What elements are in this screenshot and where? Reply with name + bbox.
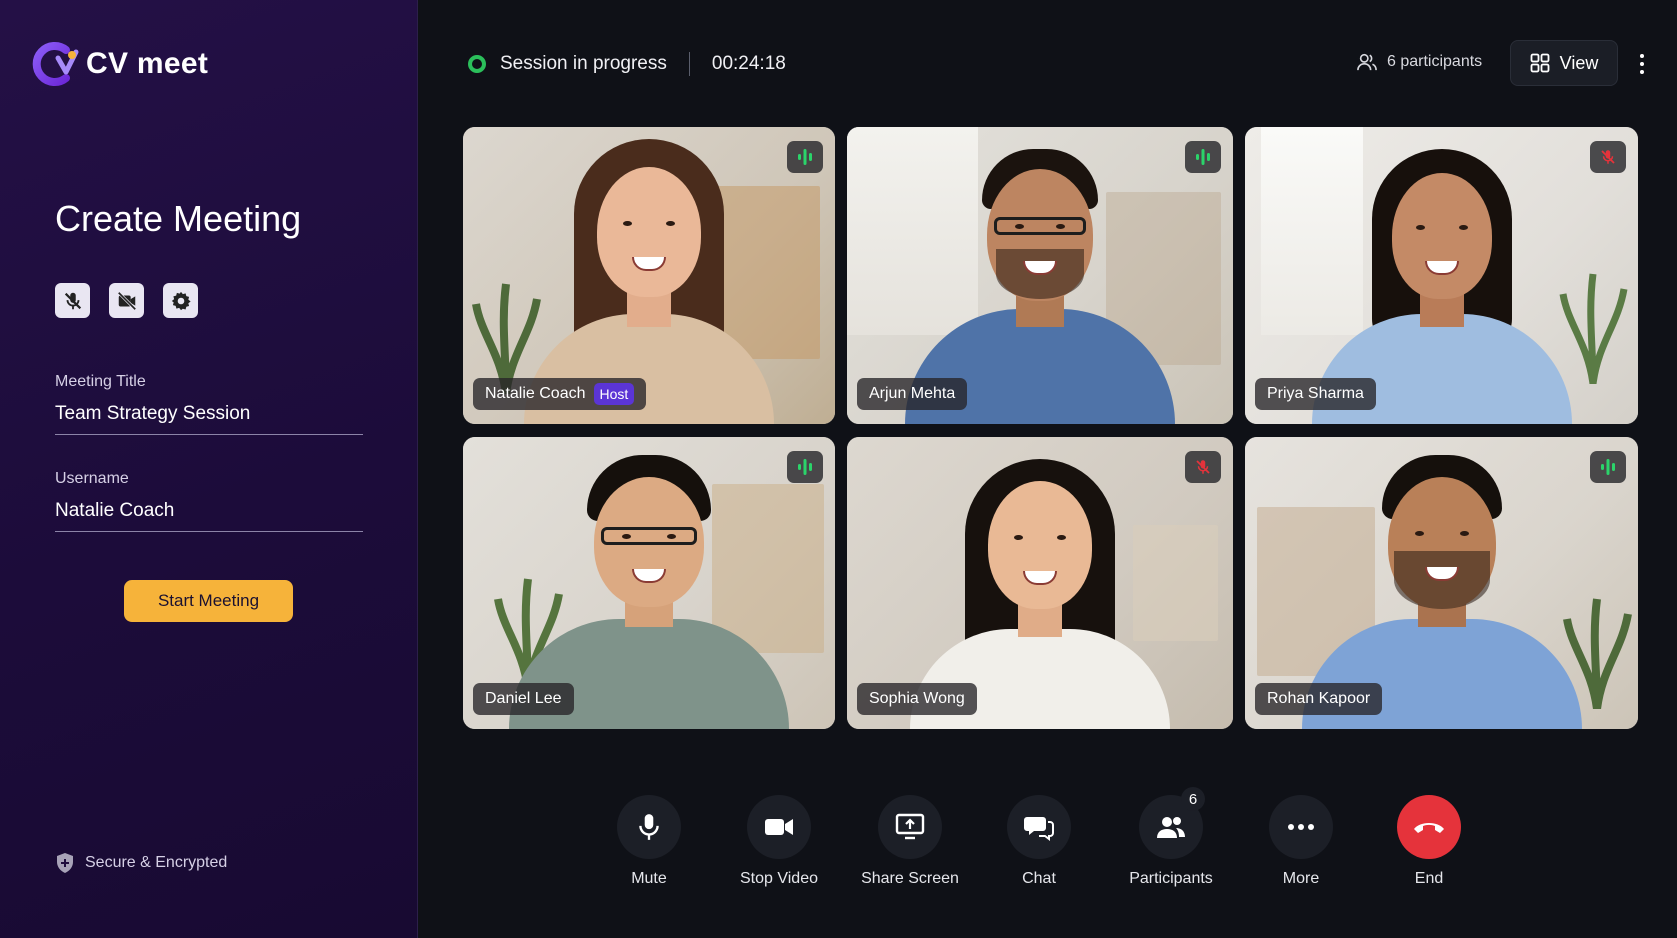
- muted-indicator: [1185, 451, 1221, 483]
- mute-label: Mute: [631, 870, 667, 887]
- participant-name: Sophia Wong: [869, 690, 965, 707]
- secure-label: Secure & Encrypted: [85, 854, 228, 871]
- speaking-indicator: [787, 451, 823, 483]
- gear-icon: [171, 291, 191, 310]
- status-divider: [688, 52, 690, 76]
- participant-name: Daniel Lee: [485, 690, 562, 707]
- participants-badge: 6: [1181, 787, 1205, 811]
- session-status: Session in progress 00:24:18: [468, 52, 786, 76]
- view-button[interactable]: View: [1510, 40, 1618, 86]
- participant-name: Priya Sharma: [1267, 385, 1364, 402]
- device-toggles: [55, 283, 198, 318]
- audio-wave-icon: [798, 149, 812, 165]
- muted-indicator: [1590, 141, 1626, 173]
- more-label: More: [1282, 870, 1320, 887]
- microphone-icon: [639, 814, 659, 840]
- video-tile[interactable]: Daniel Lee: [463, 437, 835, 729]
- toggle-mic-button[interactable]: [55, 283, 90, 318]
- speaking-indicator: [1185, 141, 1221, 173]
- stop-video-button[interactable]: Stop Video: [724, 795, 834, 888]
- more-dots-icon: [1288, 824, 1314, 830]
- shield-icon: [57, 853, 73, 873]
- participant-name-tag: Daniel Lee: [473, 683, 574, 715]
- status-text: Session in progress: [500, 53, 667, 74]
- video-off-icon: [117, 291, 136, 310]
- participant-name: Natalie Coach: [485, 385, 586, 402]
- status-dot-icon: [468, 55, 486, 73]
- sidebar: CV meet Create Meeting Meeting Title Tea…: [0, 0, 418, 938]
- start-meeting-button[interactable]: Start Meeting: [124, 580, 293, 622]
- speaking-indicator: [787, 141, 823, 173]
- participant-name-tag: Rohan Kapoor: [1255, 683, 1383, 715]
- username-input[interactable]: Natalie Coach: [55, 500, 363, 532]
- mute-button[interactable]: Mute: [594, 795, 704, 888]
- video-tile[interactable]: Priya Sharma: [1245, 127, 1638, 424]
- hang-up-icon: [1414, 823, 1444, 833]
- participant-name: Rohan Kapoor: [1267, 690, 1371, 707]
- users-icon: [1357, 53, 1377, 71]
- toggle-video-button[interactable]: [109, 283, 144, 318]
- share-screen-icon: [895, 813, 925, 840]
- username-label: Username: [55, 470, 129, 487]
- secure-indicator: Secure & Encrypted: [55, 852, 227, 874]
- app-name: CV meet: [86, 47, 209, 80]
- audio-wave-icon: [1601, 459, 1615, 475]
- speaking-indicator: [1590, 451, 1626, 483]
- audio-wave-icon: [1196, 149, 1210, 165]
- participant-name-tag: Arjun Mehta: [857, 378, 968, 410]
- mic-off-icon: [64, 292, 81, 309]
- chat-icon: [1024, 817, 1054, 841]
- participant-name-tag: Priya Sharma: [1255, 378, 1376, 410]
- mic-muted-icon: [1196, 460, 1210, 474]
- video-tile[interactable]: Rohan Kapoor: [1245, 437, 1638, 729]
- participant-name: Arjun Mehta: [869, 385, 956, 402]
- video-tile[interactable]: Arjun Mehta: [847, 127, 1233, 424]
- app-logo: CV meet: [28, 38, 208, 90]
- participants-count[interactable]: 6 participants: [1356, 52, 1482, 72]
- host-badge: Host: [593, 383, 635, 405]
- chat-label: Chat: [1022, 870, 1056, 887]
- audio-wave-icon: [798, 459, 812, 475]
- participant-name-tag: Natalie Coach Host: [473, 378, 647, 410]
- stop-video-label: Stop Video: [740, 870, 818, 887]
- meeting-title-input[interactable]: Team Strategy Session: [55, 403, 363, 435]
- chat-button[interactable]: Chat: [984, 795, 1094, 888]
- more-button[interactable]: More: [1246, 795, 1356, 888]
- more-options-icon[interactable]: [1632, 50, 1652, 78]
- meeting-title-field: Meeting Title Team Strategy Session: [55, 373, 363, 435]
- settings-button[interactable]: [163, 283, 198, 318]
- end-call-button[interactable]: End: [1374, 795, 1484, 888]
- view-label: View: [1559, 52, 1599, 73]
- participant-name-tag: Sophia Wong: [857, 683, 977, 715]
- video-tile[interactable]: Natalie Coach Host: [463, 127, 835, 424]
- grid-icon: [1530, 53, 1550, 73]
- page-title: Create Meeting: [55, 198, 302, 239]
- participants-count-label: 6 participants: [1387, 53, 1483, 70]
- username-field: Username Natalie Coach: [55, 470, 363, 532]
- participants-label: Participants: [1129, 870, 1213, 887]
- video-tile[interactable]: Sophia Wong: [847, 437, 1233, 729]
- logo-icon: [32, 42, 79, 86]
- share-screen-label: Share Screen: [861, 870, 959, 887]
- participants-icon: [1157, 817, 1185, 838]
- participants-button[interactable]: 6 Participants: [1116, 787, 1226, 888]
- share-screen-button[interactable]: Share Screen: [855, 795, 965, 888]
- end-label: End: [1414, 870, 1444, 887]
- video-camera-icon: [765, 819, 793, 835]
- mic-muted-icon: [1601, 150, 1615, 164]
- meeting-title-label: Meeting Title: [55, 373, 146, 390]
- session-timer: 00:24:18: [711, 53, 786, 74]
